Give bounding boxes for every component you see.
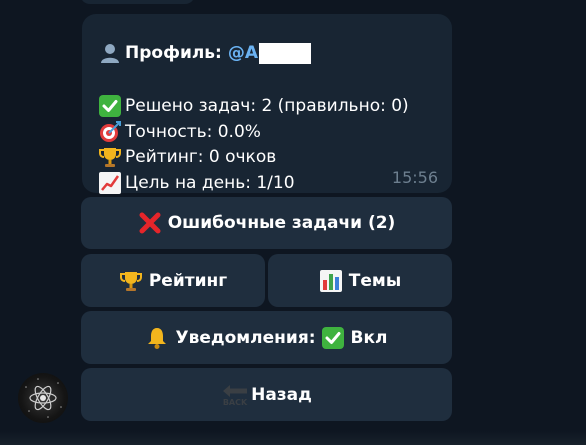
redacted-username-block [259,42,312,64]
profile-title-line: Профиль: @A [98,41,312,65]
goal-line: Цель на день: 1/10 [98,171,295,195]
rating-button[interactable]: Рейтинг [81,254,265,307]
atom-icon [25,378,62,418]
bar-chart-icon [319,269,343,293]
bell-icon [145,326,169,350]
topics-button[interactable]: Темы [268,254,452,307]
rating-line: Рейтинг: 0 очков [98,145,276,169]
message-timestamp: 15:56 [391,168,438,187]
back-button[interactable]: BACK Назад [81,368,452,421]
bot-avatar[interactable] [18,373,68,423]
goal-text: Цель на день: 1/10 [125,173,295,193]
accuracy-line: Точность: 0.0% [98,120,261,144]
topics-button-label: Темы [348,270,402,291]
rating-button-label: Рейтинг [148,270,228,291]
rating-text: Рейтинг: 0 очков [125,147,277,167]
trophy-icon [119,269,143,293]
solved-line: Решено задач: 2 (правильно: 0) [98,94,409,118]
notifications-value: Вкл [350,327,388,348]
back-button-label: Назад [251,384,312,405]
solved-text: Решено задач: 2 (правильно: 0) [125,96,409,116]
accuracy-text: Точность: 0.0% [125,122,261,142]
trophy-icon [98,145,122,169]
bust-in-silhouette-icon [98,41,122,65]
chart-increasing-icon [98,171,122,195]
notifications-button-label: Уведомления: [175,327,316,348]
back-arrow-icon: BACK [221,383,248,407]
profile-title: Профиль: [125,43,222,63]
check-mark-icon [321,326,345,350]
mistakes-button[interactable]: Ошибочные задачи (2) [81,197,452,249]
back-icon-text: BACK [223,398,248,407]
notifications-toggle-button[interactable]: Уведомления: Вкл [81,311,452,364]
check-mark-icon [98,94,122,118]
mistakes-button-label: Ошибочные задачи (2) [167,213,396,233]
input-area-edge [0,431,586,445]
direct-hit-icon [98,120,122,144]
bot-message-bubble: Профиль: @A Решено задач: 2 (правильно: … [82,14,452,195]
previous-message-bubble [80,0,195,4]
cross-mark-icon [138,211,162,235]
username-link[interactable]: @A [228,41,258,65]
